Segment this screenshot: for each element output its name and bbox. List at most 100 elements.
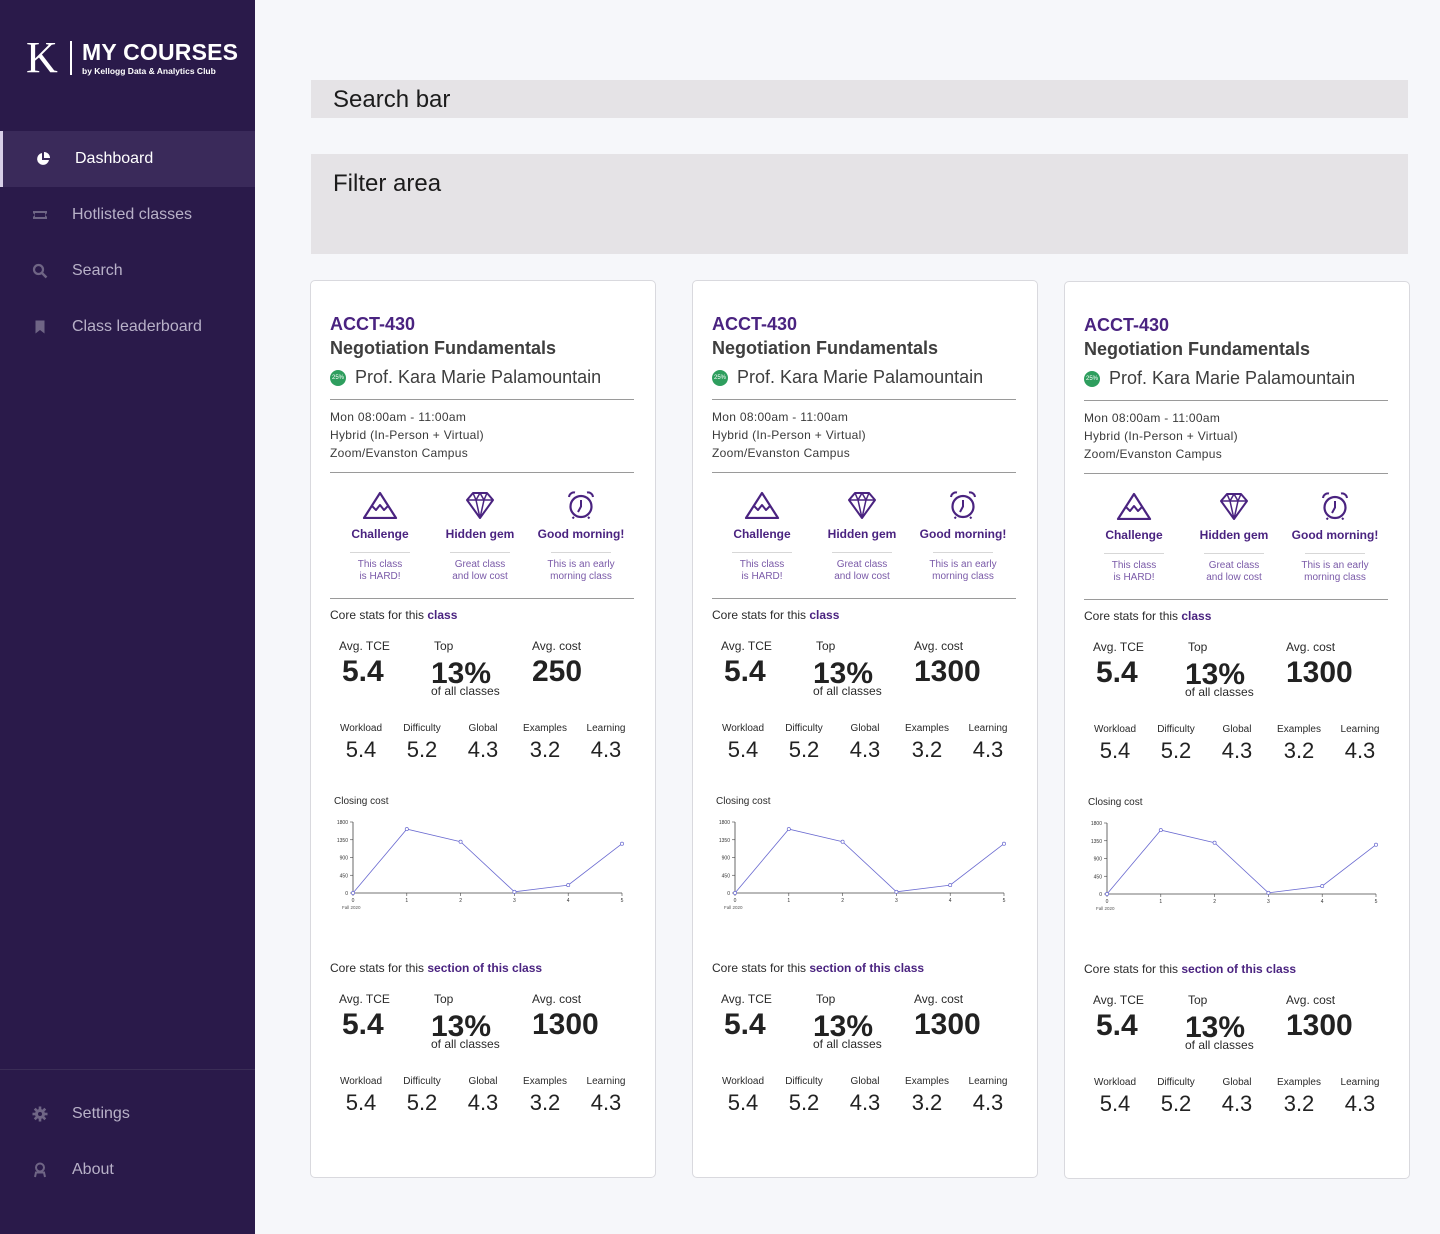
examples-label: Examples	[523, 1076, 567, 1087]
avg-cost-value: 1300	[1286, 656, 1353, 689]
top-sub: of all classes	[813, 1037, 882, 1051]
tag-desc-line1: This is an early	[929, 559, 997, 570]
title-emphasis: class	[427, 608, 458, 622]
pie-chart-icon	[35, 151, 51, 167]
series-line	[352, 828, 623, 894]
format: Hybrid (In-Person + Virtual)	[1084, 429, 1238, 443]
data-point	[1320, 884, 1325, 889]
search-bar[interactable]: Search bar	[311, 80, 1408, 118]
learning-label: Learning	[968, 1076, 1008, 1087]
section-stats-title: Core stats for this section of this clas…	[712, 961, 924, 975]
filter-area[interactable]: Filter area	[311, 154, 1408, 254]
course-card[interactable]: ACCT-430 Negotiation Fundamentals 25% Pr…	[310, 280, 656, 1178]
alarm-clock-icon	[918, 491, 1008, 519]
data-point	[1374, 842, 1378, 847]
tag-desc-line1: Great class	[1208, 560, 1260, 571]
section-stats-title: Core stats for this section of this clas…	[330, 961, 542, 975]
course-card[interactable]: ACCT-430 Negotiation Fundamentals 25% Pr…	[692, 280, 1038, 1178]
mountain-icon	[1089, 492, 1179, 520]
avg-cost-value: 250	[532, 655, 583, 688]
nav-item-search[interactable]: Search	[0, 243, 255, 299]
x-tick-label: 2	[459, 898, 462, 904]
global-value: 4.3	[1221, 738, 1253, 763]
tag-desc-line1: This class	[739, 559, 785, 570]
nav-label: About	[72, 1161, 114, 1178]
top-sub: of all classes	[1185, 1038, 1254, 1052]
top-label: Top	[434, 992, 454, 1006]
x-tick-label: 2	[841, 898, 844, 904]
brand-divider	[70, 41, 72, 75]
global-value: 4.3	[467, 737, 499, 762]
location: Zoom/Evanston Campus	[712, 446, 851, 460]
class-stats-title: Core stats for this class	[330, 608, 457, 622]
divider	[712, 399, 1016, 400]
data-point	[894, 889, 899, 894]
x-tick-label: 3	[895, 898, 898, 904]
nav-item-settings[interactable]: Settings	[0, 1086, 255, 1142]
divider	[1084, 599, 1388, 600]
examples-value: 3.2	[529, 1090, 561, 1115]
tag-good-morning: Good morning! This is an early morning c…	[918, 491, 1008, 583]
top-sub: of all classes	[431, 1037, 500, 1051]
examples-value: 3.2	[1283, 1091, 1315, 1116]
course-code: ACCT-430	[1084, 315, 1170, 335]
learning-label: Learning	[1340, 1077, 1380, 1088]
data-point	[1105, 892, 1109, 896]
class-stats-title: Core stats for this class	[712, 608, 839, 622]
schedule: Mon 08:00am - 11:00am	[712, 410, 849, 424]
nav-item-hotlisted[interactable]: Hotlisted classes	[0, 187, 255, 243]
location: Zoom/Evanston Campus	[1084, 447, 1223, 461]
data-point	[1212, 840, 1217, 845]
title-emphasis: class	[1181, 609, 1212, 623]
examples-value: 3.2	[529, 737, 561, 762]
data-point	[512, 889, 517, 894]
x-tick-label: 1	[787, 898, 790, 904]
workload-value: 5.4	[727, 737, 759, 762]
search-icon	[32, 263, 48, 279]
avg-tce-value: 5.4	[342, 1008, 384, 1041]
tag-desc-line1: Great class	[454, 559, 506, 570]
x-tick-label: 0	[1106, 899, 1109, 905]
avg-cost-value: 1300	[914, 1008, 981, 1041]
ticket-icon	[32, 207, 48, 223]
nav-item-about[interactable]: About	[0, 1142, 255, 1198]
nav-label: Settings	[72, 1105, 130, 1122]
filter-area-label: Filter area	[333, 170, 442, 197]
examples-label: Examples	[905, 1076, 949, 1087]
brand-logo[interactable]: K MY COURSES by Kellogg Data & Analytics…	[26, 36, 239, 80]
tag-divider	[933, 552, 993, 553]
tag-hidden-gem: Hidden gem Great class and low cost	[1189, 492, 1279, 584]
y-tick-label: 1350	[1091, 839, 1102, 845]
divider	[712, 598, 1016, 599]
data-point	[404, 827, 409, 832]
workload-value: 5.4	[345, 737, 377, 762]
examples-value: 3.2	[1283, 738, 1315, 763]
rating-badge: 25%	[712, 369, 728, 386]
workload-label: Workload	[1093, 724, 1137, 735]
y-tick-label: 1350	[719, 838, 730, 844]
avg-cost-value: 1300	[914, 655, 981, 688]
title-emphasis: section of this class	[1181, 962, 1297, 976]
tag-hidden-gem: Hidden gem Great class and low cost	[817, 491, 907, 583]
learning-value: 4.3	[590, 1090, 622, 1115]
nav-item-dashboard[interactable]: Dashboard	[0, 131, 255, 187]
tag-title: Good morning!	[1291, 528, 1379, 542]
tag-divider	[1104, 553, 1164, 554]
diamond-icon	[435, 491, 525, 519]
tag-desc-line2: and low cost	[1206, 572, 1262, 583]
course-card[interactable]: ACCT-430 Negotiation Fundamentals 25% Pr…	[1064, 281, 1410, 1179]
nav-item-leaderboard[interactable]: Class leaderboard	[0, 299, 255, 355]
tag-title: Challenge	[1105, 528, 1163, 542]
tag-desc-line2: morning class	[1304, 572, 1366, 583]
avg-tce-value: 5.4	[724, 1008, 766, 1041]
nav-label: Dashboard	[75, 150, 154, 167]
data-point	[840, 839, 845, 844]
brand-title: MY COURSES	[82, 39, 239, 65]
workload-label: Workload	[721, 723, 765, 734]
x-tick-label: 4	[567, 898, 570, 904]
title-emphasis: class	[809, 608, 840, 622]
class-stats-title: Core stats for this class	[1084, 609, 1211, 623]
x-axis-note: Fall 2020	[342, 905, 361, 910]
avg-tce-label: Avg. TCE	[1093, 993, 1144, 1007]
tag-desc-line2: is HARD!	[1113, 572, 1155, 583]
